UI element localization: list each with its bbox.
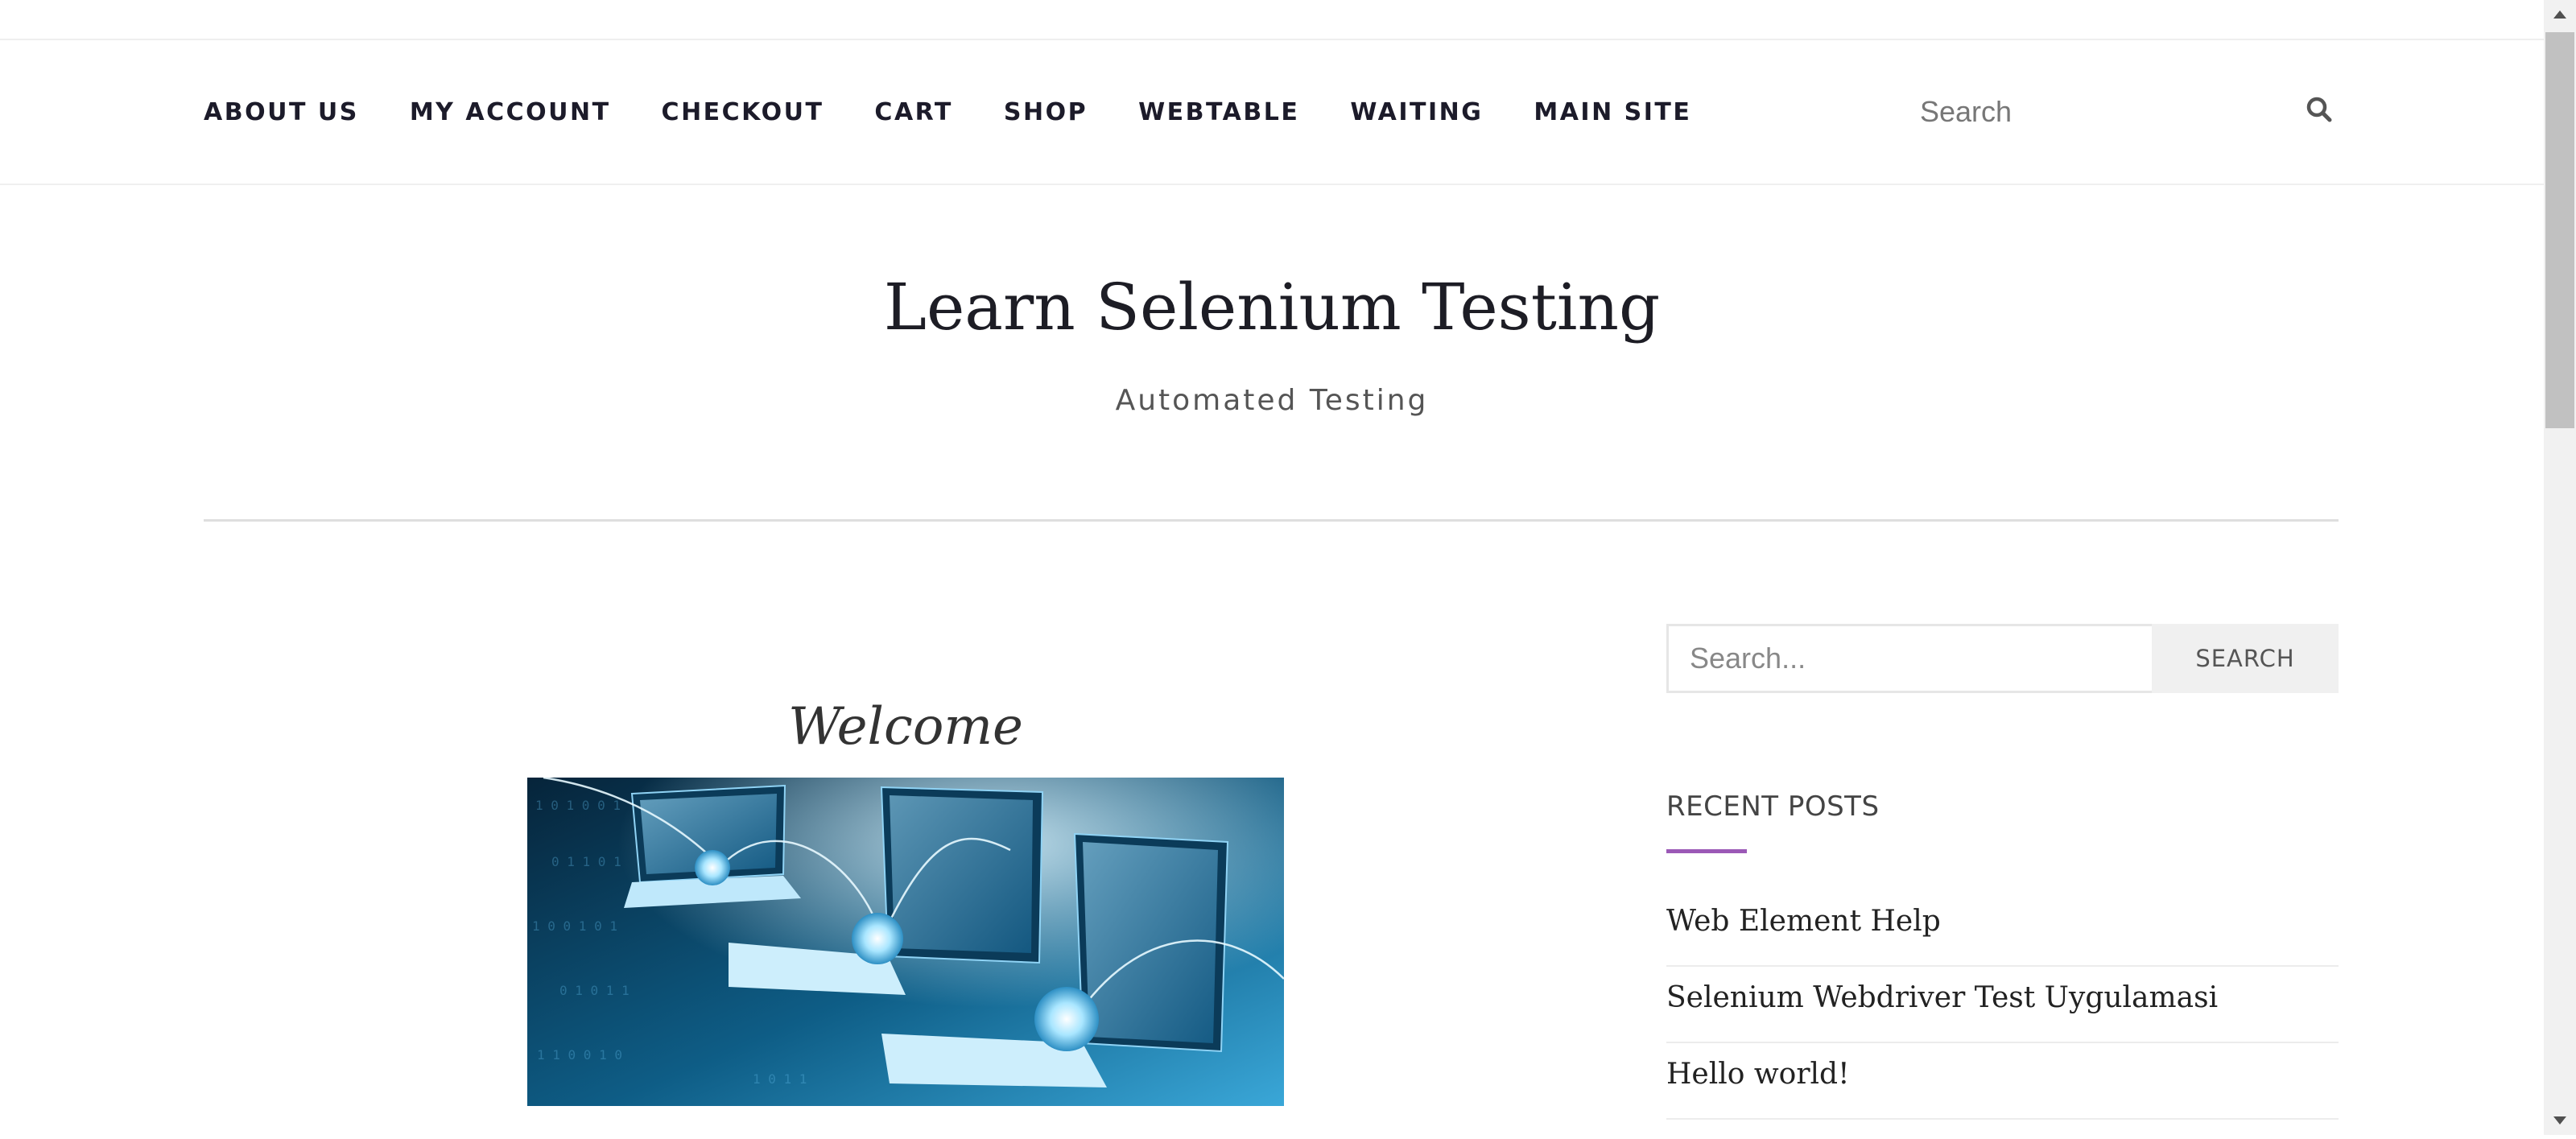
recent-post-link[interactable]: Web Element Help [1666, 905, 1941, 938]
nav-item-webtable[interactable]: WEBTABLE [1138, 98, 1299, 126]
nav-item-my-account[interactable]: MY ACCOUNT [410, 98, 611, 126]
nav-item-shop[interactable]: SHOP [1004, 98, 1088, 126]
recent-posts-list: Web Element Help Selenium Webdriver Test… [1666, 890, 2339, 1120]
nav-item-waiting[interactable]: WAITING [1350, 98, 1483, 126]
site-title[interactable]: Learn Selenium Testing [0, 270, 2544, 345]
list-item: Web Element Help [1666, 890, 2339, 967]
featured-image: 1 0 1 0 0 1 0 1 1 0 1 1 0 0 1 0 1 0 1 0 … [527, 778, 1284, 1106]
list-item: Hello world! [1666, 1043, 2339, 1120]
header-divider [204, 519, 2339, 522]
recent-post-link[interactable]: Selenium Webdriver Test Uygulamasi [1666, 981, 2218, 1014]
svg-text:1 0 1 0 0 1: 1 0 1 0 0 1 [535, 798, 621, 813]
sidebar-search-input[interactable] [1666, 624, 2152, 693]
scrollbar-thumb[interactable] [2545, 32, 2574, 428]
svg-text:1 1 0 0 1 0: 1 1 0 0 1 0 [537, 1047, 622, 1063]
svg-text:0 1 1 0 1: 0 1 1 0 1 [551, 854, 621, 869]
nav-item-main-site[interactable]: MAIN SITE [1534, 98, 1691, 126]
svg-text:0 1 0 1 1: 0 1 0 1 1 [559, 983, 630, 998]
recent-post-link[interactable]: Hello world! [1666, 1058, 1850, 1091]
scroll-up-arrow-icon[interactable] [2544, 0, 2576, 29]
nav-item-cart[interactable]: CART [874, 98, 952, 126]
search-icon[interactable] [2301, 92, 2339, 129]
svg-text:1 0 1 1: 1 0 1 1 [753, 1071, 807, 1087]
nav-item-about-us[interactable]: ABOUT US [204, 98, 359, 126]
header-search [1920, 40, 2339, 184]
recent-posts-heading: RECENT POSTS [1666, 790, 1880, 823]
scroll-down-arrow-icon[interactable] [2544, 1106, 2576, 1135]
list-item: Selenium Webdriver Test Uygulamasi [1666, 967, 2339, 1043]
sidebar-search-button[interactable]: SEARCH [2152, 624, 2339, 693]
site-header: ABOUT US MY ACCOUNT CHECKOUT CART SHOP W… [0, 40, 2544, 185]
main-navigation: ABOUT US MY ACCOUNT CHECKOUT CART SHOP W… [204, 40, 1691, 184]
nav-item-checkout[interactable]: CHECKOUT [662, 98, 824, 126]
header-search-input[interactable] [1920, 95, 2274, 129]
recent-posts-underline [1666, 849, 1747, 853]
page-title: Welcome [788, 697, 1023, 757]
svg-text:1 0 0 1 0 1: 1 0 0 1 0 1 [532, 918, 617, 934]
site-description: Automated Testing [1115, 384, 1429, 417]
sidebar-search-form: SEARCH [1666, 624, 2339, 693]
